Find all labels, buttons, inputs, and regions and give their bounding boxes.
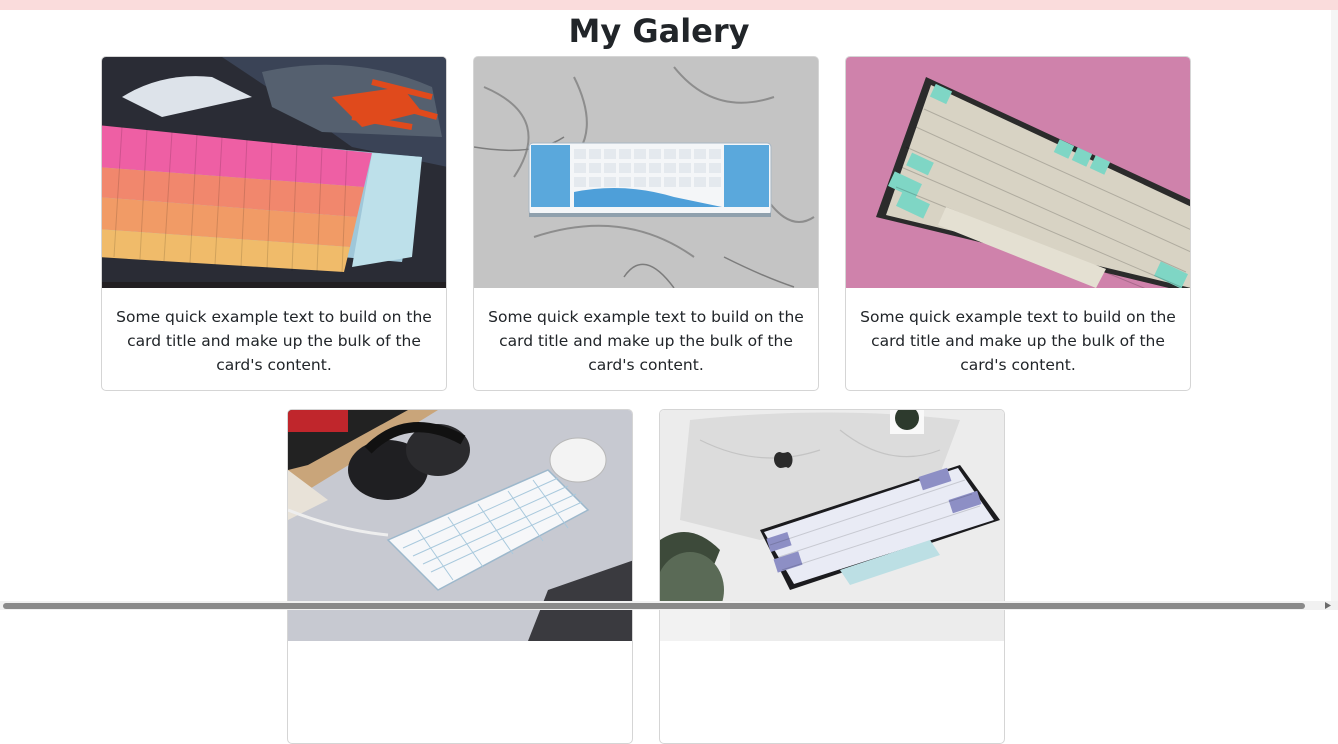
card-image-pink-keyboard <box>102 57 446 288</box>
horizontal-scrollbar-thumb[interactable] <box>3 603 1305 609</box>
gallery-card-4[interactable] <box>287 409 633 744</box>
vertical-scroll-gutter <box>1331 10 1338 601</box>
page-title: My Galery <box>568 12 750 50</box>
gallery-card-5[interactable] <box>659 409 1005 744</box>
gallery-card-3[interactable]: Some quick example text to build on the … <box>845 56 1191 391</box>
gallery-card-2[interactable]: Some quick example text to build on the … <box>473 56 819 391</box>
top-accent-bar <box>0 0 1338 10</box>
scroll-right-arrow-icon[interactable] <box>1322 601 1334 610</box>
card-image-blue-keyboard <box>474 57 818 288</box>
card-text: Some quick example text to build on the … <box>860 308 1176 374</box>
card-text: Some quick example text to build on the … <box>488 308 804 374</box>
card-image-mint-keyboard <box>846 57 1190 288</box>
gallery-card-1[interactable]: Some quick example text to build on the … <box>101 56 447 391</box>
card-text: Some quick example text to build on the … <box>116 308 432 374</box>
